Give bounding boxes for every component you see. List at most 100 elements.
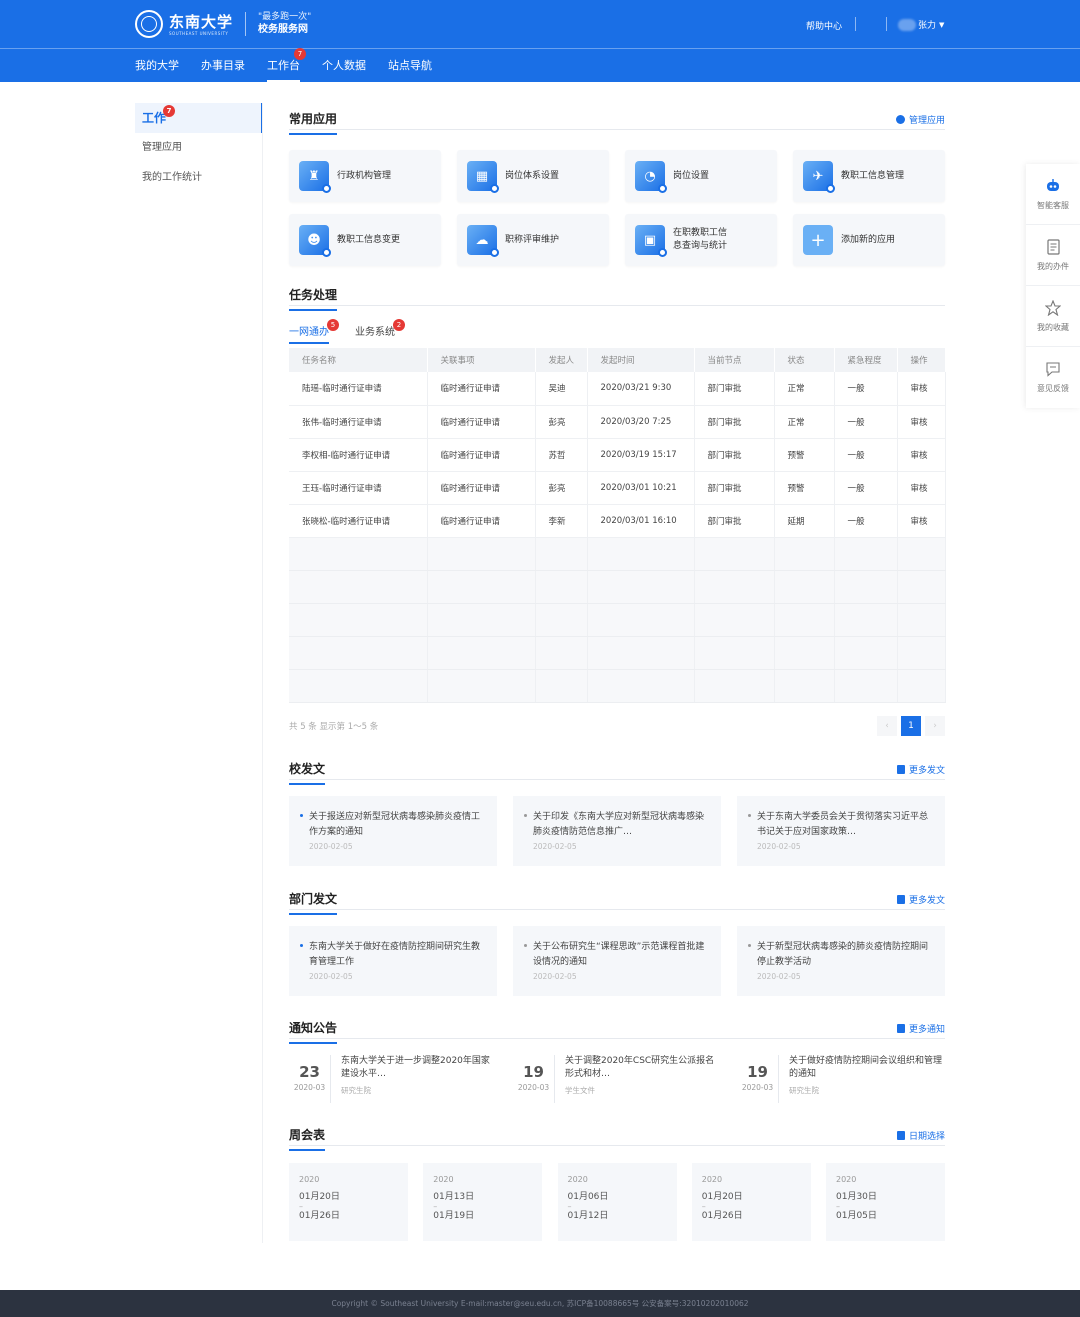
list-item[interactable]: 23 2020-03 东南大学关于进一步调整2020年国家建设水平… 研究生院 bbox=[289, 1055, 497, 1103]
notice-body: 关于做好疫情防控期间会议组织和管理的通知 研究生院 bbox=[789, 1055, 945, 1103]
review-link[interactable]: 审核 bbox=[897, 372, 946, 406]
app-card-staff-query[interactable]: ▣ 在职教职工信 息查询与统计 bbox=[625, 214, 777, 266]
tab-business-system[interactable]: 业务系统 2 bbox=[355, 319, 405, 344]
sidebar-divider bbox=[262, 103, 263, 1243]
app-grid: ♜ 行政机构管理 ▦ 岗位体系设置 ◔ 岗位设置 ✈ 教职工信息管理 ☻ 教职工… bbox=[289, 150, 945, 266]
notice-day: 19 bbox=[523, 1063, 544, 1081]
nav-item-my-university[interactable]: 我的大学 bbox=[135, 49, 179, 82]
more-dept-docs-link[interactable]: 更多发文 bbox=[896, 893, 945, 906]
task-time: 2020/03/20 7:25 bbox=[587, 405, 695, 439]
list-item[interactable]: 关于公布研究生“课程思政”示范课程首批建设情况的通知 2020-02-05 bbox=[513, 926, 721, 996]
app-card-staff-info[interactable]: ✈ 教职工信息管理 bbox=[793, 150, 945, 202]
nav-item-workbench[interactable]: 工作台 7 bbox=[267, 48, 306, 82]
notices-list: 23 2020-03 东南大学关于进一步调整2020年国家建设水平… 研究生院 … bbox=[289, 1055, 945, 1103]
sidebar-item-work[interactable]: 工作 7 bbox=[135, 103, 263, 133]
sidebar-work-badge: 7 bbox=[163, 105, 175, 117]
task-node: 部门审批 bbox=[694, 504, 775, 538]
notice-title: 东南大学关于进一步调整2020年国家建设水平… bbox=[341, 1056, 490, 1079]
notice-year-month: 2020-03 bbox=[741, 1083, 774, 1092]
user-menu[interactable]: 张力 ▼ bbox=[898, 18, 944, 31]
task-initiator: 苏哲 bbox=[535, 438, 588, 472]
manage-apps-link[interactable]: 管理应用 bbox=[895, 113, 945, 126]
column-header: 关联事项 bbox=[427, 348, 536, 372]
week-card[interactable]: 2020 01月06日 – 01月12日 bbox=[557, 1163, 677, 1241]
task-item: 临时通行证申请 bbox=[427, 405, 536, 439]
admin-org-icon: ♜ bbox=[299, 161, 331, 193]
robot-icon bbox=[1045, 178, 1061, 194]
nav-item-site-navigation[interactable]: 站点导航 bbox=[388, 49, 432, 82]
task-name: 陆瑶-临时通行证申请 bbox=[289, 372, 428, 406]
prev-page-button[interactable]: ‹ bbox=[877, 716, 897, 736]
doc-date: 2020-02-05 bbox=[309, 972, 353, 981]
sidebar-item-work-statistics[interactable]: 我的工作统计 bbox=[135, 163, 263, 193]
task-status: 延期 bbox=[774, 504, 835, 538]
app-card-position[interactable]: ◔ 岗位设置 bbox=[625, 150, 777, 202]
avatar bbox=[898, 18, 916, 31]
my-favorites-button[interactable]: 我的收藏 bbox=[1026, 286, 1080, 347]
empty-row bbox=[289, 669, 946, 703]
tasks-section-title: 任务处理 bbox=[289, 288, 338, 311]
week-dash: – bbox=[567, 1202, 572, 1211]
doc-title: 关于东南大学委员会关于贯彻落实习近平总书记关于应对国家政策… bbox=[757, 812, 929, 837]
slogan-top: "最多跑一次" bbox=[258, 12, 312, 22]
dept-docs-title: 部门发文 bbox=[289, 892, 338, 915]
school-docs-header: 校发文 更多发文 bbox=[289, 750, 945, 785]
university-logo[interactable]: 东南大学 SOUTHEAST UNIVERSITY "最多跑一次" 校务服务网 bbox=[135, 10, 311, 38]
empty-row bbox=[289, 603, 946, 637]
doc-title: 关于印发《东南大学应对新型冠状病毒感染肺炎疫情防范信息推广… bbox=[533, 812, 705, 837]
list-item[interactable]: 19 2020-03 关于调整2020年CSC研究生公派报名形式和材… 学生文件 bbox=[513, 1055, 721, 1103]
app-card-title-review[interactable]: ☁ 职称评审维护 bbox=[457, 214, 609, 266]
task-urgency: 一般 bbox=[834, 438, 898, 472]
list-item[interactable]: 东南大学关于做好在疫情防控期间研究生教育管理工作 2020-02-05 bbox=[289, 926, 497, 996]
week-card[interactable]: 2020 01月20日 – 01月26日 bbox=[289, 1163, 408, 1241]
week-card[interactable]: 2020 01月20日 – 01月26日 bbox=[691, 1163, 811, 1241]
nav-item-personal-data[interactable]: 个人数据 bbox=[322, 49, 366, 82]
notice-day: 23 bbox=[299, 1063, 320, 1081]
doc-title: 关于公布研究生“课程思政”示范课程首批建设情况的通知 bbox=[533, 942, 705, 967]
task-initiator: 彭亮 bbox=[535, 405, 588, 439]
notice-body: 东南大学关于进一步调整2020年国家建设水平… 研究生院 bbox=[341, 1055, 497, 1103]
week-card[interactable]: 2020 01月13日 – 01月19日 bbox=[423, 1163, 543, 1241]
list-item[interactable]: 关于印发《东南大学应对新型冠状病毒感染肺炎疫情防范信息推广… 2020-02-0… bbox=[513, 796, 721, 866]
tab-one-network-badge: 5 bbox=[327, 319, 339, 331]
list-item[interactable]: 关于新型冠状病毒感染的肺炎疫情防控期间停止教学活动 2020-02-05 bbox=[737, 926, 945, 996]
nav-item-service-catalog[interactable]: 办事目录 bbox=[201, 49, 245, 82]
date-select-link[interactable]: 日期选择 bbox=[896, 1129, 945, 1142]
table-header-row: 任务名称 关联事项 发起人 发起时间 当前节点 状态 紧急程度 操作 bbox=[289, 348, 946, 372]
more-school-docs-link[interactable]: 更多发文 bbox=[896, 763, 945, 776]
notice-source: 研究生院 bbox=[789, 1086, 819, 1095]
task-name: 王珏-临时通行证申请 bbox=[289, 471, 428, 505]
task-name: 张晓松-临时通行证申请 bbox=[289, 504, 428, 538]
task-name: 李权相-临时通行证申请 bbox=[289, 438, 428, 472]
help-center-link[interactable]: 帮助中心 bbox=[806, 19, 842, 32]
notice-date: 19 2020-03 bbox=[513, 1055, 555, 1103]
list-item[interactable]: 关于东南大学委员会关于贯彻落实习近平总书记关于应对国家政策… 2020-02-0… bbox=[737, 796, 945, 866]
review-link[interactable]: 审核 bbox=[897, 504, 946, 538]
week-start: 01月13日 bbox=[433, 1192, 475, 1202]
my-cases-button[interactable]: 我的办件 bbox=[1026, 225, 1080, 286]
app-card-admin-org[interactable]: ♜ 行政机构管理 bbox=[289, 150, 441, 202]
list-item[interactable]: 关于报送应对新型冠状病毒感染肺炎疫情工作方案的通知 2020-02-05 bbox=[289, 796, 497, 866]
app-card-staff-change[interactable]: ☻ 教职工信息变更 bbox=[289, 214, 441, 266]
page-1-button[interactable]: 1 bbox=[901, 716, 921, 736]
doc-date: 2020-02-05 bbox=[757, 842, 801, 851]
feedback-button[interactable]: 意见反馈 bbox=[1026, 347, 1080, 408]
review-link[interactable]: 审核 bbox=[897, 438, 946, 472]
task-initiator: 吴迪 bbox=[535, 372, 588, 406]
more-notices-link[interactable]: 更多通知 bbox=[896, 1022, 945, 1035]
column-header: 任务名称 bbox=[289, 348, 428, 372]
next-page-button[interactable]: › bbox=[925, 716, 945, 736]
smart-service-button[interactable]: 智能客服 bbox=[1026, 164, 1080, 225]
app-card-add-new[interactable]: + 添加新的应用 bbox=[793, 214, 945, 266]
header-divider bbox=[855, 17, 856, 31]
footer: Copyright © Southeast University E-mail:… bbox=[0, 1290, 1080, 1317]
review-link[interactable]: 审核 bbox=[897, 405, 946, 439]
review-link[interactable]: 审核 bbox=[897, 471, 946, 505]
school-docs-list: 关于报送应对新型冠状病毒感染肺炎疫情工作方案的通知 2020-02-05 关于印… bbox=[289, 796, 945, 866]
list-item[interactable]: 19 2020-03 关于做好疫情防控期间会议组织和管理的通知 研究生院 bbox=[737, 1055, 945, 1103]
week-card[interactable]: 2020 01月30日 – 01月05日 bbox=[826, 1163, 945, 1241]
notice-date: 19 2020-03 bbox=[737, 1055, 779, 1103]
app-card-job-system[interactable]: ▦ 岗位体系设置 bbox=[457, 150, 609, 202]
tab-one-network[interactable]: 一网通办 5 bbox=[289, 319, 339, 344]
sidebar-item-manage-apps[interactable]: 管理应用 bbox=[135, 133, 263, 163]
